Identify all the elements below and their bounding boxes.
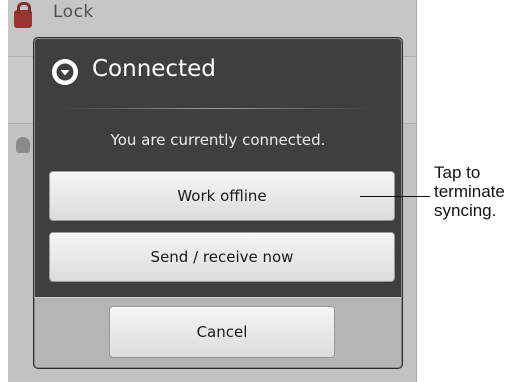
- header-divider: [61, 108, 371, 109]
- connection-dialog: Connected You are currently connected. W…: [34, 38, 402, 368]
- callout-annotation: Tap to terminate syncing.: [434, 163, 505, 220]
- chevron-down-circle-icon: [52, 59, 78, 85]
- cancel-button[interactable]: Cancel: [109, 306, 335, 358]
- callout-line-1: Tap to: [434, 163, 481, 182]
- dialog-footer: Cancel: [35, 297, 401, 367]
- dialog-title: Connected: [92, 56, 216, 82]
- device-screen: Lock Connected You are currently connect…: [8, 0, 417, 382]
- dialog-message: You are currently connected.: [110, 131, 326, 149]
- dialog-header: Connected: [35, 39, 401, 103]
- callout-leader-line: [360, 196, 430, 197]
- work-offline-button[interactable]: Work offline: [49, 171, 395, 221]
- stage: Lock Connected You are currently connect…: [0, 0, 526, 382]
- callout-line-2: terminate: [434, 182, 505, 201]
- send-receive-now-button[interactable]: Send / receive now: [49, 232, 395, 282]
- callout-line-3: syncing.: [434, 201, 497, 220]
